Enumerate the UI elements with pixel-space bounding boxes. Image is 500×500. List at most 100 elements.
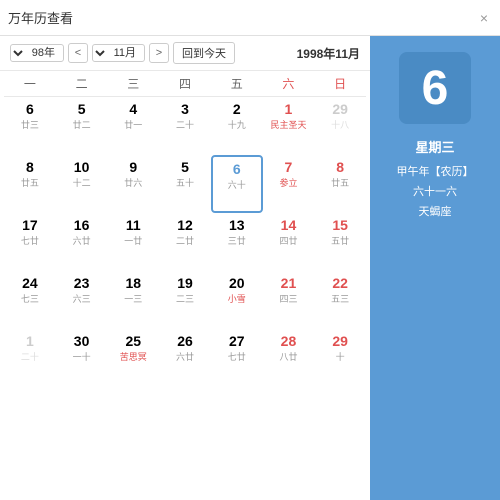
- day-cell[interactable]: 12二廿: [159, 213, 211, 271]
- solar-date: 17: [22, 217, 38, 234]
- day-cell[interactable]: 8廿五: [314, 155, 366, 213]
- day-cell[interactable]: 18 一三: [107, 271, 159, 329]
- calendar-header: 1998年11月 回到今天 < 11月 > 98年: [0, 36, 370, 71]
- today-button[interactable]: 回到今天: [173, 42, 235, 64]
- solar-date: 2: [233, 101, 241, 118]
- day-cell[interactable]: 13三廿: [211, 213, 263, 271]
- month-select[interactable]: 11月: [92, 44, 145, 62]
- weekday-header-1: 六: [263, 71, 315, 96]
- lunar-label: 二三: [176, 294, 194, 305]
- day-cell[interactable]: 22五三: [314, 271, 366, 329]
- lunar-label: 廿五: [331, 178, 349, 189]
- solar-date: 23: [74, 275, 90, 292]
- day-cell[interactable]: 5 五十: [159, 155, 211, 213]
- lunar-label: 五三: [331, 294, 349, 305]
- lunar-label: 七三: [21, 294, 39, 305]
- day-cell[interactable]: 4 廿一: [107, 97, 159, 155]
- solar-date: 5: [181, 159, 189, 176]
- day-cell[interactable]: 14四廿: [263, 213, 315, 271]
- lunar-label: 七廿: [21, 236, 39, 247]
- day-cell[interactable]: 23六三: [56, 271, 108, 329]
- weekday-header-2: 五: [211, 71, 263, 96]
- lunar-label: 廿五: [21, 178, 39, 189]
- lunar-label: 六十: [228, 180, 246, 191]
- weekday-header-3: 四: [159, 71, 211, 96]
- weekday-label: 星期三: [397, 136, 474, 159]
- lunar-label: 五十: [176, 178, 194, 189]
- day-cell[interactable]: 5廿二: [56, 97, 108, 155]
- solar-date: 4: [129, 101, 137, 118]
- solar-date: 9: [129, 159, 137, 176]
- lunar-label: 一廿: [124, 236, 142, 247]
- solar-date: 12: [177, 217, 193, 234]
- days-grid: 29十八1民主圣天2十九3二十4廿一5廿二6廿三8廿五7参立6六十5五十9廿六1…: [4, 97, 366, 387]
- lunar-label: 一三: [124, 294, 142, 305]
- lunar-label: 三廿: [228, 236, 246, 247]
- lunar-label: 十二: [73, 178, 91, 189]
- solar-date: 18: [126, 275, 142, 292]
- solar-date: 28: [281, 333, 297, 350]
- close-button[interactable]: ×: [476, 8, 492, 28]
- day-cell[interactable]: 1民主圣天: [263, 97, 315, 155]
- constellation: 天蝎座: [397, 203, 474, 223]
- day-cell[interactable]: 25苦思冥: [107, 329, 159, 387]
- next-button[interactable]: >: [68, 43, 88, 63]
- day-cell[interactable]: 29十: [314, 329, 366, 387]
- solar-date: 19: [177, 275, 193, 292]
- lunar-label: 民主圣天: [270, 118, 306, 131]
- day-cell[interactable]: 9 廿六: [107, 155, 159, 213]
- day-cell[interactable]: 2 十九: [211, 97, 263, 155]
- day-cell[interactable]: 7参立: [263, 155, 315, 213]
- day-cell[interactable]: 26 六廿: [159, 329, 211, 387]
- solar-date: 21: [281, 275, 297, 292]
- solar-date: 1: [285, 101, 293, 118]
- solar-date: 5: [78, 101, 86, 118]
- weekday-row: 日六五四三二一: [4, 71, 366, 97]
- lunar-label: 廿六: [124, 178, 142, 189]
- day-cell[interactable]: 20小雪: [211, 271, 263, 329]
- title-bar-left: ×: [476, 8, 492, 28]
- lunar-label: 苦思冥: [120, 350, 147, 363]
- lunar-year: 【农历】甲午年: [397, 163, 474, 183]
- lunar-label: 廿一: [124, 120, 142, 131]
- day-cell[interactable]: 16六廿: [56, 213, 108, 271]
- lunar-label: 二十: [176, 120, 194, 131]
- day-cell[interactable]: 27七廿: [211, 329, 263, 387]
- day-cell[interactable]: 1二十: [4, 329, 56, 387]
- solar-date: 25: [126, 333, 142, 350]
- solar-date: 26: [177, 333, 193, 350]
- main-content: 6 星期三 【农历】甲午年 六十一六 天蝎座 1998年11月 回到今天 < 1…: [0, 36, 500, 500]
- lunar-label: 一十: [73, 352, 91, 363]
- weekday-header-4: 三: [107, 71, 159, 96]
- day-cell[interactable]: 8 廿五: [4, 155, 56, 213]
- solar-date: 11: [126, 217, 141, 234]
- day-cell[interactable]: 11 一廿: [107, 213, 159, 271]
- year-select[interactable]: 98年: [10, 44, 64, 62]
- day-cell[interactable]: 29十八: [314, 97, 366, 155]
- solar-date: 8: [26, 159, 34, 176]
- nav-right-controls: 回到今天 < 11月 > 98年: [10, 42, 235, 64]
- solar-date: 6: [26, 101, 34, 118]
- prev-button[interactable]: <: [149, 43, 169, 63]
- day-cell[interactable]: 10十二: [56, 155, 108, 213]
- day-cell[interactable]: 19 二三: [159, 271, 211, 329]
- lunar-label: 六廿: [73, 236, 91, 247]
- lunar-label: 二十: [21, 352, 39, 363]
- title-bar: × 万年历查看: [0, 0, 500, 36]
- day-cell[interactable]: 24七三: [4, 271, 56, 329]
- day-cell[interactable]: 21四三: [263, 271, 315, 329]
- solar-date: 7: [285, 159, 293, 176]
- lunar-label: 六廿: [176, 352, 194, 363]
- day-cell[interactable]: 15五廿: [314, 213, 366, 271]
- lunar-label: 十八: [331, 120, 349, 131]
- day-cell[interactable]: 17 七廿: [4, 213, 56, 271]
- day-cell[interactable]: 6六十: [211, 155, 263, 213]
- lunar-label: 七廿: [228, 352, 246, 363]
- nav-controls: 1998年11月: [297, 45, 360, 62]
- day-cell[interactable]: 28八廿: [263, 329, 315, 387]
- solar-date: 15: [332, 217, 348, 234]
- lunar-label: 十九: [228, 120, 246, 131]
- day-cell[interactable]: 30一十: [56, 329, 108, 387]
- day-cell[interactable]: 3二十: [159, 97, 211, 155]
- day-cell[interactable]: 6廿三: [4, 97, 56, 155]
